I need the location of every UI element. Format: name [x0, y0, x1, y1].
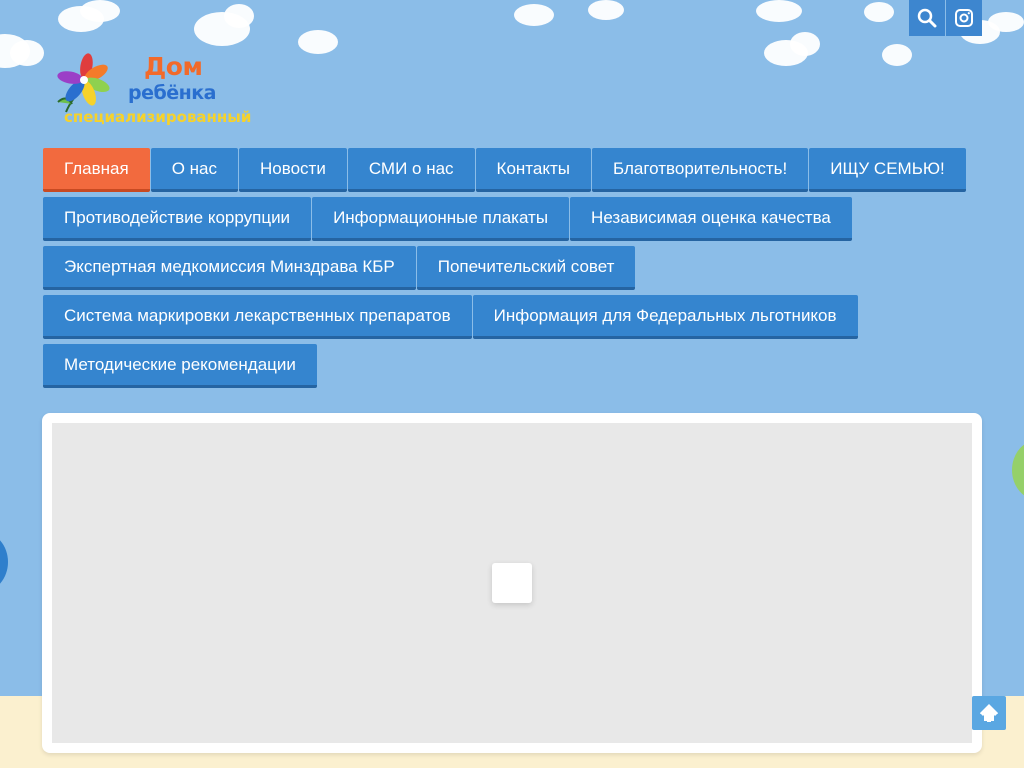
nav-item-info-posters[interactable]: Информационные плакаты [312, 197, 570, 241]
nav-row: Главная О нас Новости СМИ о нас Контакты… [43, 148, 966, 192]
nav-item-seeking-family[interactable]: ИЩУ СЕМЬЮ! [809, 148, 966, 192]
arrow-up-icon [980, 704, 998, 722]
nav-item-charity[interactable]: Благотворительность! [591, 148, 809, 192]
scroll-to-top-button[interactable] [972, 696, 1006, 730]
nav-item-federal-beneficiaries[interactable]: Информация для Федеральных льготников [472, 295, 858, 339]
nav-row: Экспертная медкомиссия Минздрава КБР Поп… [43, 246, 943, 290]
decorative-circle-left [0, 532, 8, 592]
nav-item-medical-commission[interactable]: Экспертная медкомиссия Минздрава КБР [43, 246, 416, 290]
search-button[interactable] [909, 0, 945, 36]
nav-item-contacts[interactable]: Контакты [475, 148, 591, 192]
logo-line-2: ребёнка [128, 82, 216, 104]
nav-item-home[interactable]: Главная [43, 148, 150, 192]
nav-row: Система маркировки лекарственных препара… [43, 295, 943, 339]
site-logo[interactable]: Дом ребёнка специализированный [44, 48, 284, 128]
logo-line-3: специализированный [64, 108, 252, 126]
nav-item-media[interactable]: СМИ о нас [347, 148, 475, 192]
nav-item-drug-labeling[interactable]: Система маркировки лекарственных препара… [43, 295, 472, 339]
decorative-circle-right [1012, 440, 1024, 500]
nav-row: Противодействие коррупции Информационные… [43, 197, 943, 241]
header-icons [909, 0, 982, 36]
search-icon [917, 8, 937, 28]
logo-line-1: Дом [144, 52, 203, 81]
instagram-button[interactable] [946, 0, 982, 36]
nav-item-guidelines[interactable]: Методические рекомендации [43, 344, 317, 388]
slider-panel [42, 413, 982, 753]
nav-row: Методические рекомендации [43, 344, 943, 388]
nav-item-about[interactable]: О нас [150, 148, 239, 192]
slider-viewport [52, 423, 972, 743]
nav-item-anti-corruption[interactable]: Противодействие коррупции [43, 197, 312, 241]
nav-item-board-of-trustees[interactable]: Попечительский совет [416, 246, 636, 290]
nav-item-news[interactable]: Новости [239, 148, 347, 192]
main-navigation: Главная О нас Новости СМИ о нас Контакты… [43, 148, 966, 393]
nav-item-quality-assessment[interactable]: Независимая оценка качества [570, 197, 852, 241]
loading-indicator [492, 563, 532, 603]
instagram-icon [955, 9, 973, 27]
